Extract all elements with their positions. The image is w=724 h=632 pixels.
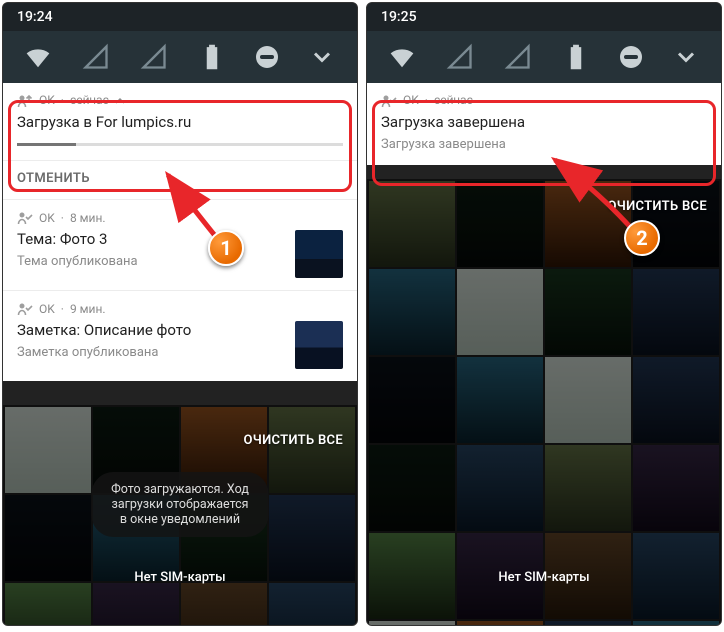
- signal-sim2-icon[interactable]: [140, 43, 168, 71]
- clear-all-button[interactable]: ОЧИСТИТЬ ВСЕ: [244, 433, 343, 448]
- notif-subtitle: Заметка опубликована: [17, 345, 281, 362]
- notif-upload[interactable]: OK · сейчас Загрузка в For lumpics.ru ОТ…: [3, 83, 357, 199]
- notif-title: Загрузка в For lumpics.ru: [17, 113, 343, 133]
- notif-title: Загрузка завершена: [381, 113, 707, 133]
- no-sim-label: Нет SIM-карты: [134, 570, 225, 585]
- notif-subtitle: Тема опубликована: [17, 254, 281, 271]
- thumbnail-photo3: [295, 230, 343, 278]
- battery-icon[interactable]: [562, 43, 590, 71]
- notif-when: 8 мин.: [70, 211, 106, 227]
- no-sim-label: Нет SIM-карты: [498, 570, 589, 585]
- clock: 19:25: [381, 9, 417, 25]
- clock: 19:24: [17, 9, 53, 25]
- notif-when: сейчас: [434, 93, 473, 109]
- ok-check-icon: [381, 93, 397, 109]
- chevron-down-icon[interactable]: [308, 43, 336, 71]
- collapse-caret-icon[interactable]: [115, 96, 125, 106]
- cancel-upload-button[interactable]: ОТМЕНИТЬ: [3, 160, 357, 200]
- notif-app: OK: [403, 93, 419, 109]
- status-bar: 19:24: [3, 3, 357, 31]
- wifi-icon[interactable]: [388, 43, 416, 71]
- quick-settings[interactable]: [367, 31, 721, 83]
- notif-when: сейчас: [70, 93, 109, 109]
- scrim: [367, 179, 721, 625]
- upload-progress: [17, 143, 343, 146]
- battery-icon[interactable]: [198, 43, 226, 71]
- toast-upload-info: Фото загружаются. Ход загрузки отображае…: [92, 472, 269, 537]
- ok-check-icon: [17, 301, 33, 317]
- notif-app: OK: [39, 302, 55, 318]
- signal-sim1-icon[interactable]: [82, 43, 110, 71]
- notif-when: 9 мин.: [70, 302, 106, 318]
- dnd-icon[interactable]: [620, 46, 642, 68]
- ok-upload-icon: [17, 93, 33, 109]
- notif-note[interactable]: OK · 9 мин. Заметка: Описание фото Замет…: [3, 290, 357, 381]
- notif-title: Тема: Фото 3: [17, 230, 281, 250]
- clear-all-button[interactable]: ОЧИСТИТЬ ВСЕ: [608, 199, 707, 214]
- notif-photo3[interactable]: OK · 8 мин. Тема: Фото 3 Тема опубликова…: [3, 199, 357, 290]
- notif-title: Заметка: Описание фото: [17, 321, 281, 341]
- ok-check-icon: [17, 210, 33, 226]
- wifi-icon[interactable]: [24, 43, 52, 71]
- notif-subtitle: Загрузка завершена: [381, 137, 707, 154]
- signal-sim2-icon[interactable]: [504, 43, 532, 71]
- chevron-down-icon[interactable]: [672, 43, 700, 71]
- dnd-icon[interactable]: [256, 46, 278, 68]
- phone-right: 19:25 OK · сейчас Загрузка завершена Заг…: [366, 2, 722, 626]
- status-bar: 19:25: [367, 3, 721, 31]
- notif-app: OK: [39, 211, 55, 227]
- phone-left: 19:24 OK · сейчас Загрузка в For lumpics…: [2, 2, 358, 626]
- quick-settings[interactable]: [3, 31, 357, 83]
- notif-upload-done[interactable]: OK · сейчас Загрузка завершена Загрузка …: [367, 83, 721, 165]
- notif-app: OK: [39, 93, 55, 109]
- thumbnail-note: [295, 321, 343, 369]
- signal-sim1-icon[interactable]: [446, 43, 474, 71]
